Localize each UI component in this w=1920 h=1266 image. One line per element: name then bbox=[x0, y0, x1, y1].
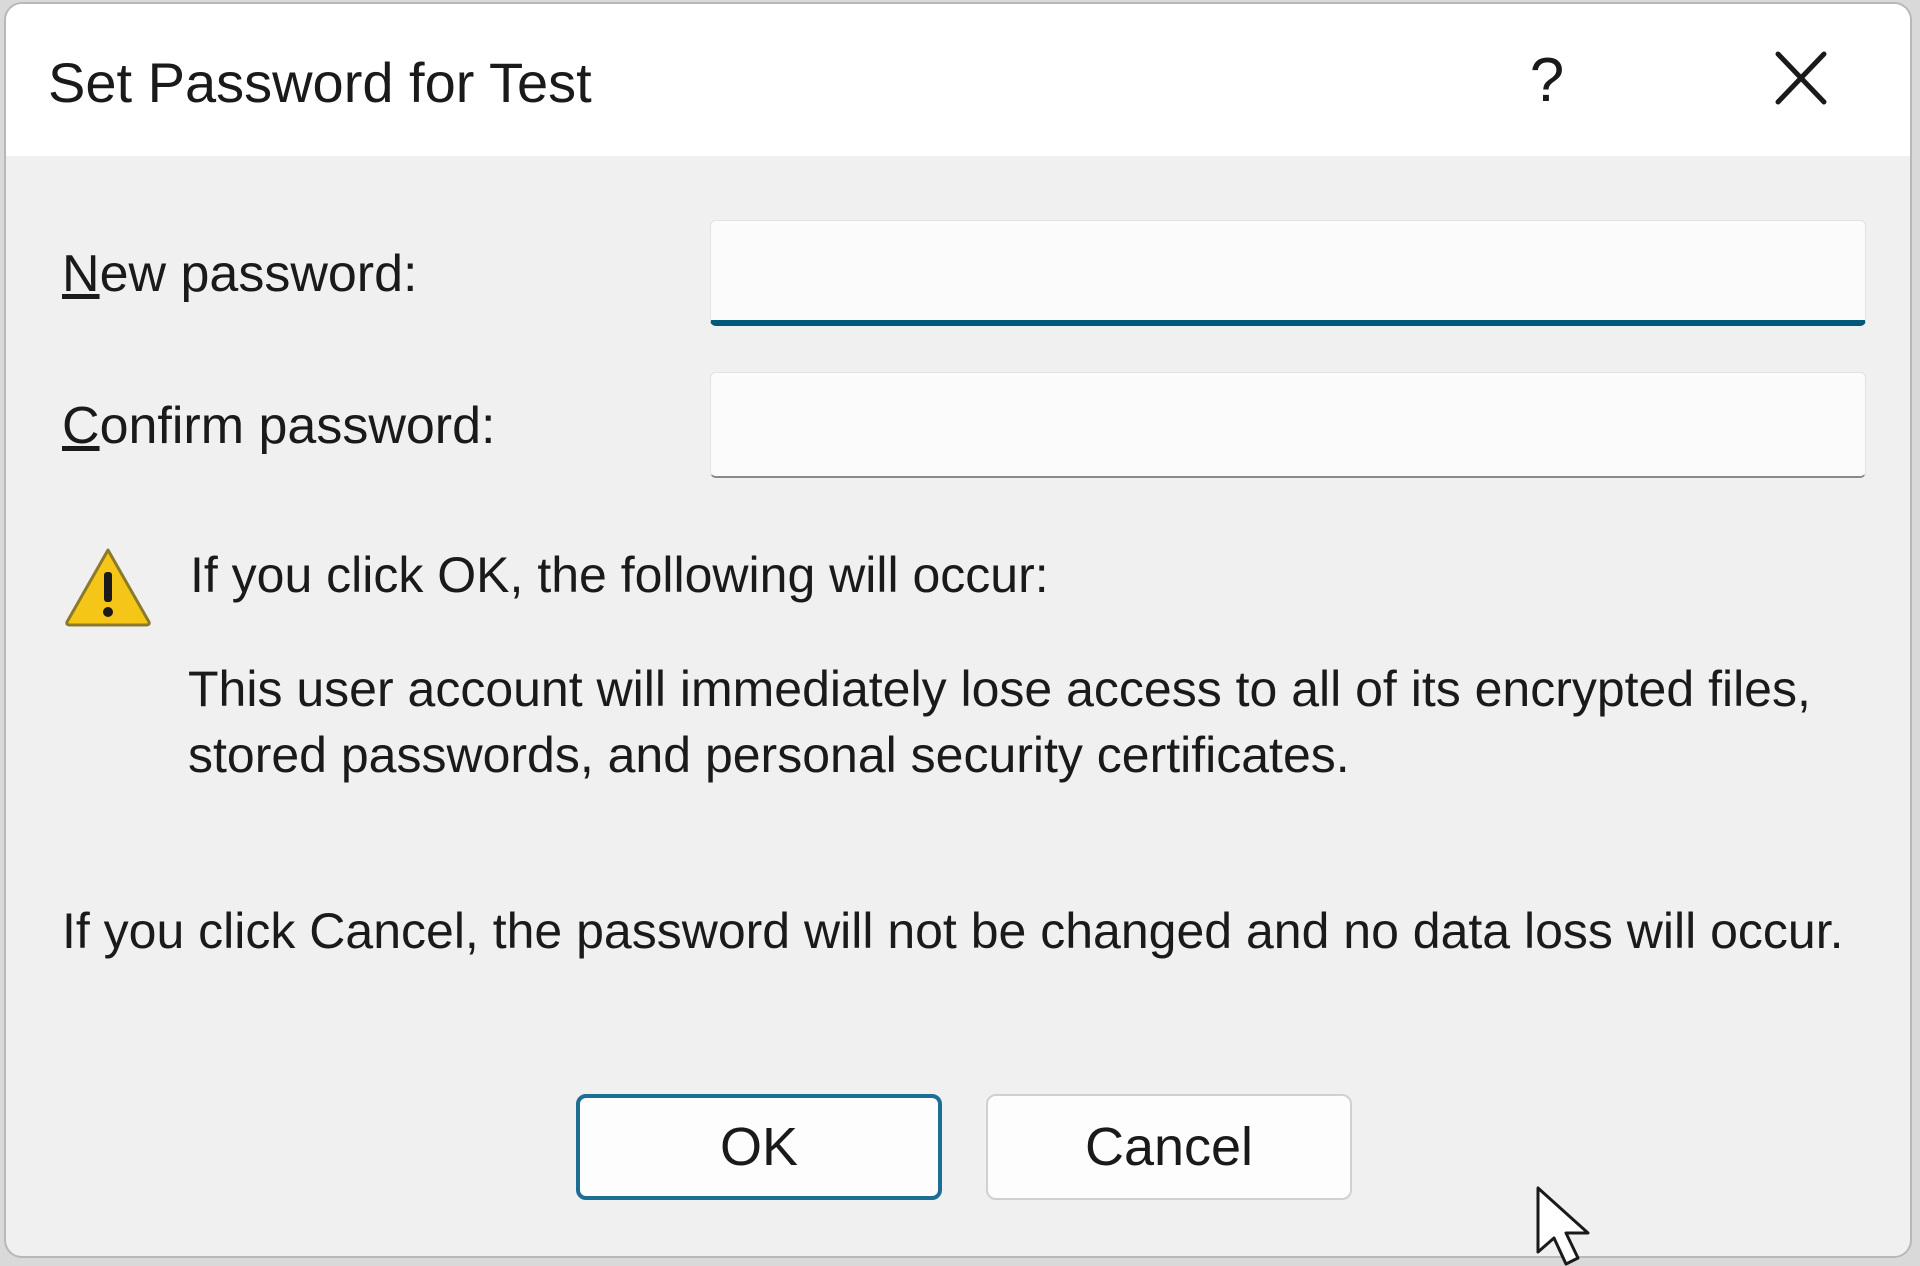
warning-body: This user account will immediately lose … bbox=[188, 661, 1811, 783]
confirm-password-label-text: onfirm password: bbox=[99, 397, 496, 455]
close-icon bbox=[1775, 51, 1827, 105]
close-button[interactable] bbox=[1756, 40, 1846, 120]
cancel-button[interactable]: Cancel bbox=[986, 1094, 1352, 1200]
warning-heading: If you click OK, the following will occu… bbox=[190, 547, 1049, 603]
warning-icon bbox=[65, 548, 151, 627]
new-password-accelerator: N bbox=[62, 245, 100, 303]
confirm-password-accelerator: C bbox=[62, 397, 100, 455]
new-password-input[interactable] bbox=[710, 220, 1866, 326]
title-bar: Set Password for Test ? bbox=[6, 4, 1910, 156]
help-button[interactable]: ? bbox=[1512, 40, 1582, 120]
confirm-password-label: Confirm password: bbox=[62, 396, 495, 456]
new-password-label-text: ew password: bbox=[99, 245, 418, 303]
mouse-pointer-icon bbox=[1536, 1186, 1590, 1266]
set-password-dialog: Set Password for Test ? New password: Co… bbox=[4, 2, 1912, 1258]
cancel-note: If you click Cancel, the password will n… bbox=[62, 903, 1844, 959]
new-password-label: New password: bbox=[62, 244, 417, 304]
ok-button[interactable]: OK bbox=[576, 1094, 942, 1200]
confirm-password-input[interactable] bbox=[710, 372, 1866, 478]
dialog-title: Set Password for Test bbox=[48, 51, 592, 114]
